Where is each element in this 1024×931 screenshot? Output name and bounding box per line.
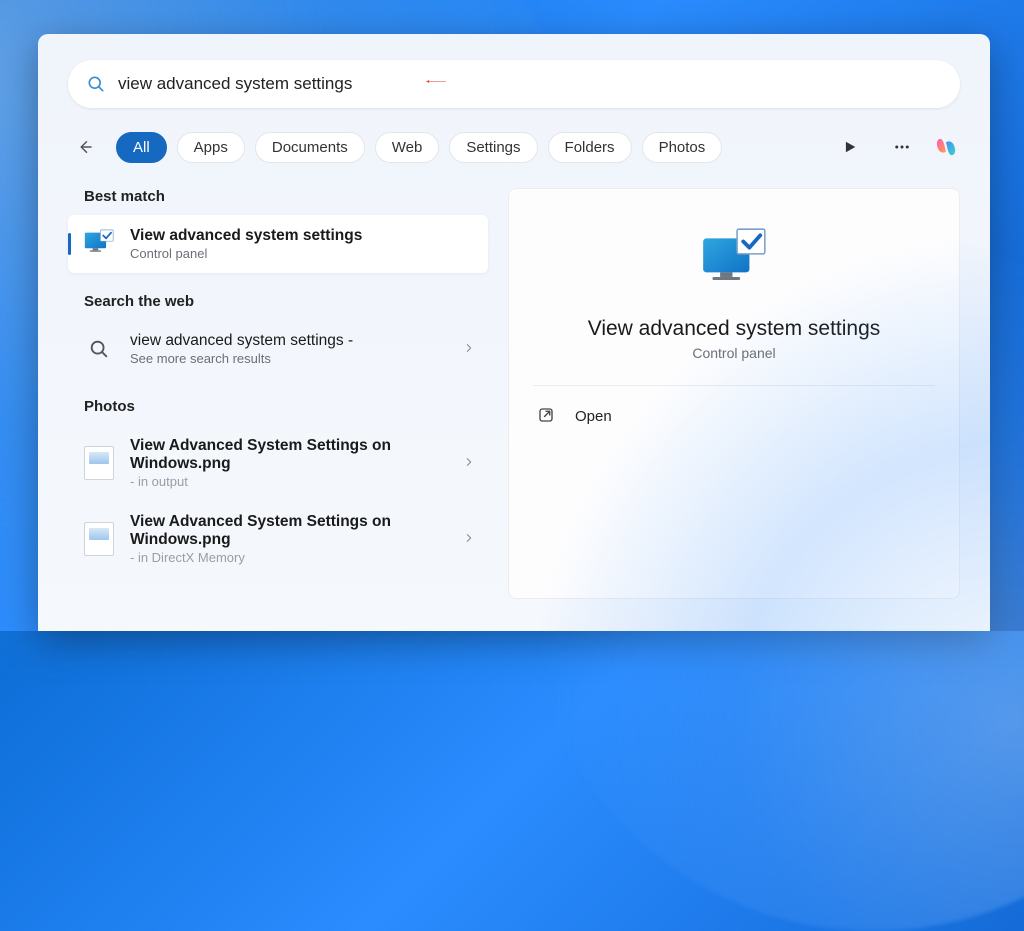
result-best-match[interactable]: View advanced system settings Control pa… [68,215,488,273]
detail-hero: View advanced system settings Control pa… [533,213,935,386]
play-button[interactable] [836,133,864,161]
copilot-button[interactable] [932,133,960,161]
section-header-search-web: Search the web [84,293,488,310]
filter-photos[interactable]: Photos [642,132,723,163]
play-icon [843,140,857,154]
result-photo-1[interactable]: View Advanced System Settings on Windows… [68,501,488,577]
result-title: View Advanced System Settings on Windows… [130,437,456,473]
detail-title: View advanced system settings [588,317,881,341]
section-header-best-match: Best match [84,188,488,205]
chevron-right-icon [464,531,474,548]
more-icon [893,138,911,156]
results-left-column: Best match View advanced system settings [68,188,488,599]
section-search-web: Search the web view advanced system sett… [68,293,488,378]
chevron-right-icon [464,341,474,358]
action-open[interactable]: Open [533,386,935,446]
result-title: view advanced system settings - [130,332,456,350]
search-bar[interactable] [68,60,960,108]
chevron-right-icon [464,455,474,472]
filter-all[interactable]: All [116,132,167,163]
result-subtitle: See more search results [130,351,456,366]
filter-apps[interactable]: Apps [177,132,245,163]
result-title: View advanced system settings [130,227,474,245]
search-icon [86,74,106,94]
filter-folders[interactable]: Folders [548,132,632,163]
action-label: Open [575,408,612,425]
filter-settings[interactable]: Settings [449,132,537,163]
search-icon [82,332,116,366]
open-external-icon [537,406,557,426]
detail-subtitle: Control panel [692,345,775,361]
file-icon [82,522,116,556]
filter-web[interactable]: Web [375,132,440,163]
back-icon [76,138,94,156]
result-web[interactable]: view advanced system settings - See more… [68,320,488,378]
back-button[interactable] [68,130,102,164]
section-header-photos: Photos [84,398,488,415]
copilot-icon [932,132,960,162]
system-properties-icon [697,223,771,297]
file-icon [82,446,116,480]
system-properties-icon [82,227,116,261]
detail-pane: View advanced system settings Control pa… [508,188,960,599]
result-subtitle: - in DirectX Memory [130,550,456,565]
section-photos: Photos View Advanced System Settings on … [68,398,488,577]
more-button[interactable] [888,133,916,161]
section-best-match: Best match View advanced system settings [68,188,488,273]
result-photo-0[interactable]: View Advanced System Settings on Windows… [68,425,488,501]
search-input[interactable] [118,74,942,94]
filter-row: All Apps Documents Web Settings Folders … [68,130,960,164]
result-title: View Advanced System Settings on Windows… [130,513,456,549]
result-subtitle: - in output [130,474,456,489]
search-window: All Apps Documents Web Settings Folders … [38,34,990,631]
filter-documents[interactable]: Documents [255,132,365,163]
result-subtitle: Control panel [130,246,474,261]
